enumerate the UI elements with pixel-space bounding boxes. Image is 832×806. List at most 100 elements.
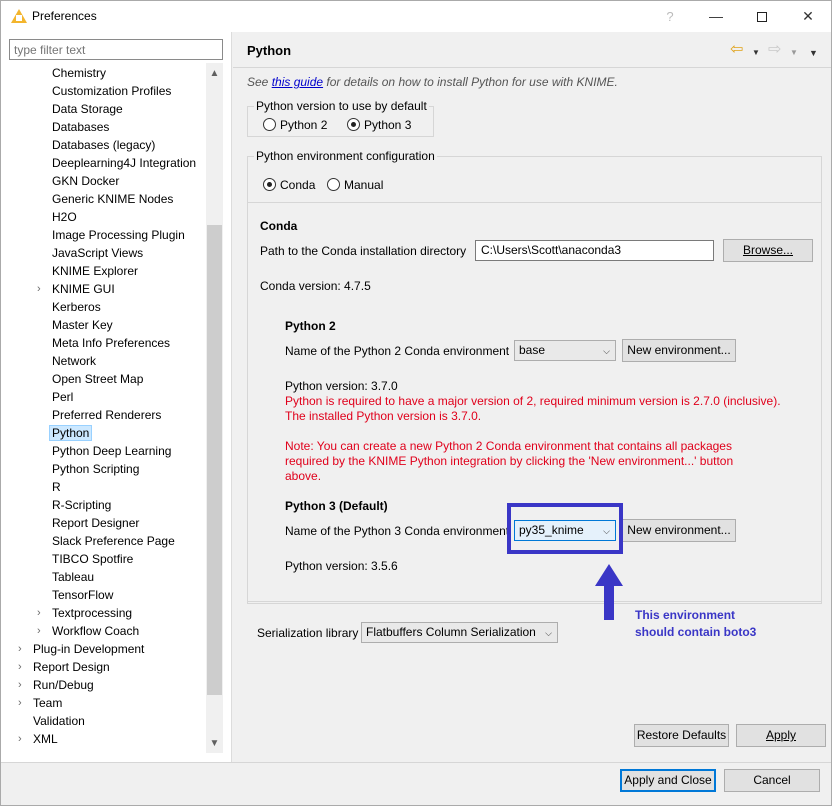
tree-item[interactable]: › Team [18, 694, 63, 712]
tree-item[interactable]: Slack Preference Page [52, 532, 175, 550]
tree-item[interactable]: Preferred Renderers [52, 406, 161, 424]
chevron-right-icon[interactable]: › [18, 640, 26, 655]
tree-item[interactable]: JavaScript Views [52, 244, 143, 262]
tree-item[interactable]: › Report Design [18, 658, 110, 676]
page-title: Python [247, 43, 292, 58]
python2-heading: Python 2 [285, 319, 336, 333]
back-dropdown-icon[interactable]: ▼ [752, 45, 760, 61]
filter-input[interactable] [9, 39, 223, 60]
cancel-button[interactable]: Cancel [724, 769, 820, 792]
tree-item[interactable]: Validation [33, 712, 85, 730]
radio-manual-circle[interactable] [327, 178, 340, 191]
guide-link[interactable]: this guide [272, 75, 323, 89]
tree-item[interactable]: TensorFlow [52, 586, 113, 604]
tree-item-label: Python Scripting [52, 462, 140, 476]
tree-item-label: Databases (legacy) [52, 138, 156, 152]
tree-item[interactable]: Meta Info Preferences [52, 334, 170, 352]
tree-item[interactable]: › KNIME GUI [37, 280, 115, 298]
tree-item-label: H2O [52, 210, 77, 224]
tree-item[interactable]: › Textprocessing [37, 604, 132, 622]
forward-arrow-icon[interactable]: ⇨ [768, 42, 781, 58]
tree-item[interactable]: › Run/Debug [18, 676, 94, 694]
tree-item[interactable]: › XML [18, 730, 58, 748]
tree-item[interactable]: Python Deep Learning [52, 442, 171, 460]
python2-version-text: Python version: 3.7.0 [285, 379, 398, 393]
chevron-right-icon[interactable]: › [37, 280, 45, 295]
tree-scrollbar[interactable]: ▲ ▼ [206, 63, 223, 753]
radio-python2[interactable]: Python 2 [263, 118, 327, 132]
radio-python2-label: Python 2 [280, 118, 328, 132]
tree-item[interactable]: KNIME Explorer [52, 262, 138, 280]
radio-python3[interactable]: Python 3 [347, 118, 411, 132]
maximize-button[interactable] [739, 1, 785, 32]
tree-item-label: Run/Debug [33, 678, 94, 692]
tree-item[interactable]: Open Street Map [52, 370, 143, 388]
radio-conda[interactable]: Conda [263, 178, 315, 192]
close-button[interactable]: ✕ [785, 1, 831, 32]
tree-item-label: Deeplearning4J Integration [52, 156, 197, 170]
python2-new-environment-button[interactable]: New environment... [622, 339, 736, 362]
tree-item[interactable]: Kerberos [52, 298, 101, 316]
radio-conda-circle[interactable] [263, 178, 276, 191]
tree-item[interactable]: Chemistry [52, 64, 106, 82]
tree-item[interactable]: › Workflow Coach [37, 622, 139, 640]
tree-item[interactable]: H2O [52, 208, 77, 226]
view-menu-icon[interactable]: ▼ [809, 45, 818, 61]
back-arrow-icon[interactable]: ⇦ [730, 42, 743, 58]
chevron-right-icon[interactable]: › [18, 694, 26, 709]
tree-item[interactable]: Deeplearning4J Integration [52, 154, 196, 172]
chevron-right-icon[interactable]: › [18, 658, 26, 673]
tree-item[interactable]: R [52, 478, 61, 496]
browse-button[interactable]: Browse... [723, 239, 813, 262]
apply-and-close-button[interactable]: Apply and Close [620, 769, 716, 792]
browse-button-label: Browse... [742, 243, 793, 257]
forward-dropdown-icon[interactable]: ▼ [790, 45, 798, 61]
tree-item[interactable]: Network [52, 352, 96, 370]
tree-item[interactable]: Image Processing Plugin [52, 226, 185, 244]
tree-item-label: XML [33, 732, 58, 746]
tree-item[interactable]: Databases (legacy) [52, 136, 155, 154]
tree-item[interactable]: Databases [52, 118, 109, 136]
chevron-right-icon[interactable]: › [37, 622, 45, 637]
annotation-line1: This environment [635, 608, 736, 622]
tree-item-label: Plug-in Development [33, 642, 145, 656]
page-header: Python ⇦ ▼ ⇨ ▼ ▼ [233, 32, 831, 68]
conda-path-input[interactable]: C:\Users\Scott\anaconda3 [475, 240, 714, 261]
tree-item[interactable]: GKN Docker [52, 172, 119, 190]
tree-item[interactable]: Data Storage [52, 100, 123, 118]
tree-item[interactable]: › Plug-in Development [18, 640, 145, 658]
tree-item[interactable]: Tableau [52, 568, 94, 586]
tree-item[interactable]: Generic KNIME Nodes [52, 190, 173, 208]
scroll-up-icon[interactable]: ▲ [206, 65, 223, 82]
tree-item-label: Team [33, 696, 63, 710]
tree-item[interactable]: Report Designer [52, 514, 139, 532]
chevron-down-icon: ⌵ [545, 628, 552, 638]
tree-item[interactable]: R-Scripting [52, 496, 111, 514]
scroll-thumb[interactable] [207, 225, 222, 695]
serialization-select[interactable]: Flatbuffers Column Serialization ⌵ [361, 622, 558, 643]
tree-item-label: Network [52, 354, 97, 368]
title-bar[interactable]: Preferences ? — ✕ [1, 1, 831, 32]
minimize-button[interactable]: — [693, 1, 739, 32]
tree-item[interactable]: TIBCO Spotfire [52, 550, 133, 568]
tree-item-label: JavaScript Views [52, 246, 144, 260]
radio-manual[interactable]: Manual [327, 178, 383, 192]
help-button[interactable]: ? [647, 1, 693, 32]
chevron-right-icon[interactable]: › [18, 730, 26, 745]
tree-item[interactable]: Master Key [52, 316, 113, 334]
chevron-right-icon[interactable]: › [18, 676, 26, 691]
radio-python3-circle[interactable] [347, 118, 360, 131]
chevron-right-icon[interactable]: › [37, 604, 45, 619]
python2-env-select[interactable]: base ⌵ [514, 340, 616, 361]
tree-item[interactable]: Perl [52, 388, 73, 406]
tree-item[interactable]: Python [49, 424, 93, 442]
radio-python2-circle[interactable] [263, 118, 276, 131]
apply-button[interactable]: Apply [736, 724, 826, 747]
scroll-down-icon[interactable]: ▼ [206, 735, 223, 752]
python3-new-environment-button[interactable]: New environment... [622, 519, 736, 542]
tree-item[interactable]: Python Scripting [52, 460, 139, 478]
python2-note-line2: required by the KNIME Python integration… [285, 454, 734, 468]
restore-defaults-button[interactable]: Restore Defaults [634, 724, 729, 747]
tree-item[interactable]: Customization Profiles [52, 82, 171, 100]
tree-item-label: Chemistry [52, 66, 107, 80]
